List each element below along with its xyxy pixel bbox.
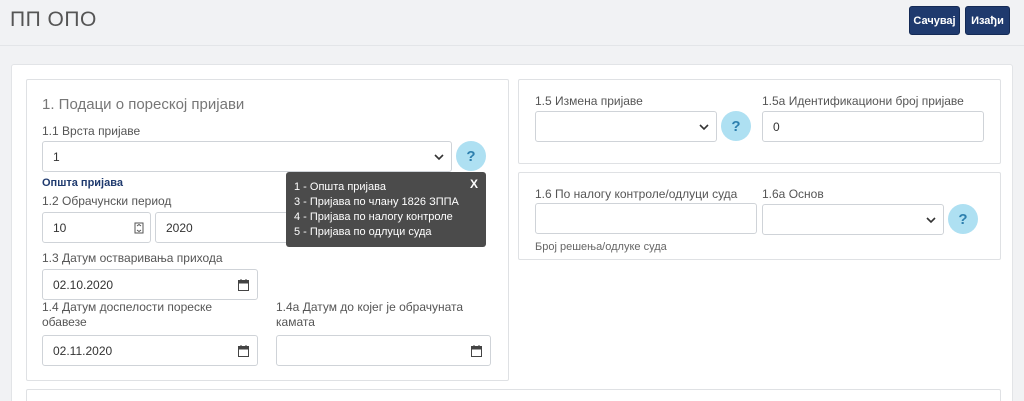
report-type-label: 1.1 Врста пријаве (42, 124, 141, 138)
period-year-field[interactable]: 2020 (155, 212, 290, 243)
report-type-select[interactable]: 1 (42, 141, 452, 172)
income-date-field[interactable]: 02.10.2020 (42, 269, 258, 300)
basis-select[interactable] (762, 204, 944, 235)
tooltip-line: 1 - Општа пријава (294, 181, 386, 193)
report-type-hint: Општа пријава (42, 177, 123, 189)
tooltip-line: 4 - Пријава по налогу контроле (294, 211, 453, 223)
exit-button[interactable]: Изађи (965, 6, 1010, 35)
order-hint: Број решења/одлуке суда (535, 241, 667, 253)
interest-date-label: 1.4а Датум до којег је обрачуната камата (276, 300, 464, 329)
report-type-tooltip: 1 - Општа пријава 3 - Пријава по члану 1… (286, 172, 486, 247)
period-month-value: 10 (53, 220, 67, 235)
interest-date-field[interactable] (276, 335, 491, 366)
chevron-down-icon (433, 150, 445, 164)
help-icon[interactable]: ? (948, 204, 978, 234)
calendar-icon[interactable] (238, 345, 249, 360)
report-type-value: 1 (53, 149, 60, 164)
tooltip-line: 3 - Пријава по члану 1826 ЗППА (294, 196, 459, 208)
order-label: 1.6 По налогу контроле/одлуци суда (535, 187, 738, 201)
period-month-stepper[interactable]: 10 (42, 212, 151, 243)
due-date-value: 02.11.2020 (53, 343, 113, 358)
top-bar: ПП ОПО Сачувај Изађи (0, 0, 1024, 46)
page-title: ПП ОПО (10, 8, 97, 31)
due-date-label: 1.4 Датум доспелости пореске обавезе (42, 300, 213, 329)
section-title: 1. Подаци о пореској пријави (42, 96, 245, 113)
change-label: 1.5 Измена пријаве (535, 94, 643, 108)
income-date-label: 1.3 Датум остваривања прихода (42, 251, 223, 265)
chevron-down-icon (698, 120, 710, 134)
basis-label: 1.6а Основ (762, 187, 824, 201)
report-id-value: 0 (773, 119, 780, 134)
save-button[interactable]: Сачувај (909, 6, 960, 35)
calendar-icon[interactable] (471, 345, 482, 360)
period-year-value: 2020 (166, 220, 193, 235)
stepper-icon[interactable] (134, 222, 144, 237)
next-section-panel (26, 389, 1001, 401)
period-label: 1.2 Обрачунски период (42, 194, 172, 208)
help-icon[interactable]: ? (721, 111, 751, 141)
report-id-field[interactable]: 0 (762, 111, 984, 142)
due-date-field[interactable]: 02.11.2020 (42, 335, 258, 366)
help-icon[interactable]: ? (456, 141, 486, 171)
order-field[interactable] (535, 203, 757, 234)
close-icon[interactable]: X (470, 177, 478, 192)
income-date-value: 02.10.2020 (53, 277, 114, 292)
calendar-icon[interactable] (238, 279, 249, 294)
change-select[interactable] (535, 111, 717, 142)
report-id-label: 1.5а Идентификациони број пријаве (762, 94, 964, 108)
tooltip-line: 5 - Пријава по одлуци суда (294, 226, 432, 238)
chevron-down-icon (925, 213, 937, 227)
